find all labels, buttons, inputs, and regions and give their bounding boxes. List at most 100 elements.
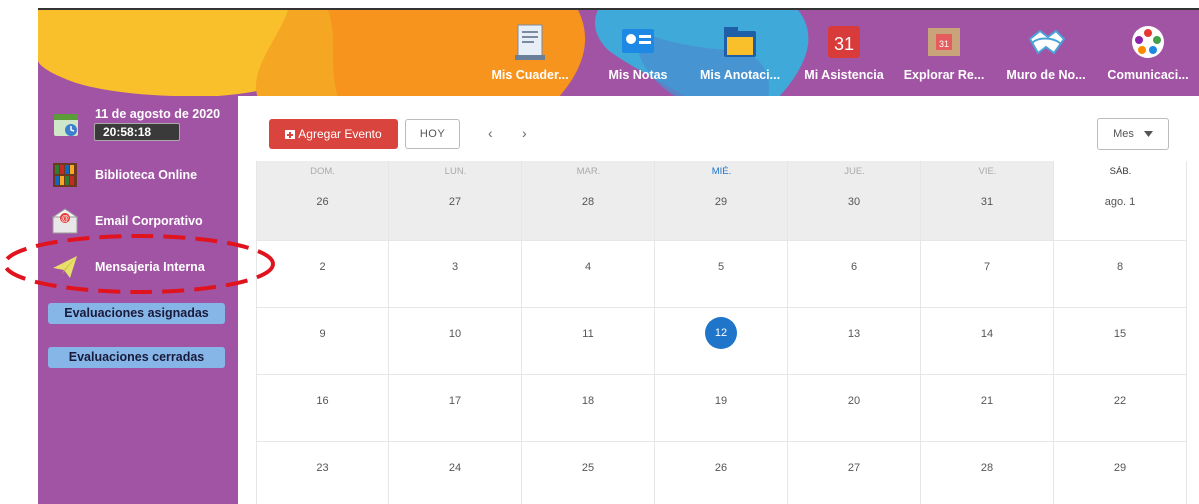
calendar-day-number: 23 bbox=[316, 462, 329, 474]
today-marker: 12 bbox=[705, 317, 737, 349]
chevron-down-icon bbox=[1143, 131, 1153, 137]
calendar-day-number: 25 bbox=[581, 462, 595, 474]
calendar-day-cell[interactable]: 9 bbox=[256, 308, 389, 375]
calendar-day-number: 15 bbox=[1113, 328, 1127, 340]
communication-icon bbox=[1128, 22, 1168, 62]
folder-icon bbox=[720, 22, 760, 62]
calendar-day-number: 30 bbox=[847, 196, 861, 208]
calendar-day-number: 28 bbox=[980, 462, 994, 474]
calendar-day-cell[interactable]: 25 bbox=[522, 442, 655, 504]
sidebar-item-label: Email Corporativo bbox=[95, 214, 203, 228]
nav-mis-anotaciones[interactable]: Mis Anotaci... bbox=[690, 0, 790, 88]
calendar-31-icon: 31 bbox=[824, 22, 864, 62]
nav-mis-cuadernos[interactable]: Mis Cuader... bbox=[484, 0, 576, 88]
calendar-day-cell[interactable]: 27 bbox=[788, 442, 921, 504]
weekday-header: VIE. bbox=[978, 166, 997, 177]
calendar-day-number: ago. 1 bbox=[1104, 196, 1136, 208]
calendar-day-number: 5 bbox=[717, 261, 725, 273]
calendar-day-number: 31 bbox=[980, 196, 994, 208]
calendar-day-cell[interactable]: 7 bbox=[921, 241, 1054, 308]
calendar-day-cell[interactable]: 13 bbox=[788, 308, 921, 375]
calendar-day-number: 3 bbox=[451, 261, 459, 273]
calendar-day-cell[interactable]: 28 bbox=[921, 442, 1054, 504]
app-root: Mis Cuader... Mis Notas Mis Anotaci... 3… bbox=[0, 0, 1199, 504]
calendar-day-cell[interactable]: 24 bbox=[389, 442, 522, 504]
svg-text:31: 31 bbox=[834, 34, 854, 54]
calendar-day-cell[interactable]: 23 bbox=[256, 442, 389, 504]
bookshelf-icon bbox=[53, 163, 77, 187]
current-time: 20:58:18 bbox=[94, 123, 180, 141]
calendar-day-cell[interactable]: 17 bbox=[389, 375, 522, 442]
calendar-day-number: 13 bbox=[847, 328, 861, 340]
calendar-day-cell[interactable]: 14 bbox=[921, 308, 1054, 375]
evaluaciones-cerradas-button[interactable]: Evaluaciones cerradas bbox=[48, 347, 225, 368]
email-icon: @ bbox=[52, 208, 78, 234]
calendar-day-cell[interactable]: 19 bbox=[655, 375, 788, 442]
view-select[interactable]: Mes bbox=[1097, 118, 1169, 150]
svg-text:31: 31 bbox=[939, 39, 949, 49]
calendar-day-number: 2 bbox=[319, 261, 326, 273]
weekday-header: JUE. bbox=[844, 166, 865, 177]
calendar-day-number: 6 bbox=[850, 261, 858, 273]
clock-calendar-icon bbox=[52, 110, 80, 138]
calendar-day-cell[interactable]: 3 bbox=[389, 241, 522, 308]
weekday-header: DOM. bbox=[310, 166, 335, 177]
calendar-day-cell[interactable]: 16 bbox=[256, 375, 389, 442]
calendar-day-number: 10 bbox=[448, 328, 462, 340]
today-button[interactable]: HOY bbox=[405, 119, 460, 149]
current-date: 11 de agosto de 2020 bbox=[95, 107, 221, 121]
nav-label: Explorar Re... bbox=[903, 68, 985, 82]
calendar-day-cell[interactable]: 8 bbox=[1054, 241, 1187, 308]
nav-label: Mis Notas bbox=[608, 68, 668, 82]
calendar-day-number: 29 bbox=[1113, 462, 1127, 474]
nav-mis-notas[interactable]: Mis Notas bbox=[598, 0, 678, 88]
calendar-day-cell[interactable]: 4 bbox=[522, 241, 655, 308]
nav-muro-noticias[interactable]: Muro de No... bbox=[1000, 0, 1092, 88]
calendar-day-cell[interactable]: 29 bbox=[1054, 442, 1187, 504]
nav-comunicaciones[interactable]: Comunicaci... bbox=[1102, 0, 1194, 88]
calendar-day-number: 26 bbox=[316, 196, 329, 208]
sidebar-item-label: Mensajeria Interna bbox=[95, 260, 205, 274]
sidebar-item-email[interactable]: @ Email Corporativo bbox=[52, 208, 203, 234]
nav-label: Mis Anotaci... bbox=[699, 68, 781, 82]
prev-month-icon[interactable]: ‹ bbox=[488, 125, 493, 141]
notes-icon bbox=[618, 22, 658, 62]
sidebar-item-label: Biblioteca Online bbox=[95, 168, 198, 182]
calendar-day-number: 27 bbox=[448, 196, 462, 208]
calendar-day-cell[interactable]: 18 bbox=[522, 375, 655, 442]
svg-text:@: @ bbox=[61, 214, 69, 223]
sidebar-item-mensajeria[interactable]: Mensajeria Interna bbox=[52, 254, 205, 280]
paper-plane-icon bbox=[53, 256, 77, 278]
calendar-day-cell[interactable]: 20 bbox=[788, 375, 921, 442]
weekday-header: MAR. bbox=[576, 166, 601, 177]
nav-label: Mi Asistencia bbox=[804, 68, 884, 82]
sidebar: 11 de agosto de 2020 20:58:18 Biblioteca… bbox=[38, 96, 238, 504]
calendar-day-number: 11 bbox=[582, 328, 594, 340]
calendar-day-number: 29 bbox=[714, 196, 728, 208]
next-month-icon[interactable]: › bbox=[522, 125, 527, 141]
calendar-day-number: 8 bbox=[1116, 261, 1124, 273]
weekday-header: MIÉ. bbox=[711, 166, 732, 177]
calendar-day-cell[interactable]: 12 bbox=[655, 308, 788, 375]
calendar-day-cell[interactable]: 22 bbox=[1054, 375, 1187, 442]
explore-calendar-icon: 31 bbox=[924, 22, 964, 62]
calendar-day-cell[interactable]: 15 bbox=[1054, 308, 1187, 375]
notebook-icon bbox=[510, 22, 550, 62]
nav-explorar-recursos[interactable]: 31 Explorar Re... bbox=[898, 0, 990, 88]
sidebar-item-biblioteca[interactable]: Biblioteca Online bbox=[52, 162, 197, 188]
calendar-day-cell[interactable]: 2 bbox=[256, 241, 389, 308]
add-event-button[interactable]: Agregar Evento bbox=[269, 119, 398, 149]
calendar-day-number: 4 bbox=[584, 261, 592, 273]
calendar-day-cell[interactable]: 26 bbox=[655, 442, 788, 504]
calendar-day-cell[interactable]: 6 bbox=[788, 241, 921, 308]
handshake-icon bbox=[1026, 22, 1066, 62]
calendar-day-number: 9 bbox=[319, 328, 326, 340]
nav-mi-asistencia[interactable]: 31 Mi Asistencia bbox=[797, 0, 891, 88]
calendar-day-cell[interactable]: 21 bbox=[921, 375, 1054, 442]
calendar-day-cell[interactable]: 11 bbox=[522, 308, 655, 375]
calendar-day-cell[interactable]: 5 bbox=[655, 241, 788, 308]
calendar-day-number: 27 bbox=[847, 462, 861, 474]
evaluaciones-asignadas-button[interactable]: Evaluaciones asignadas bbox=[48, 303, 225, 324]
calendar-day-number: 26 bbox=[714, 462, 728, 474]
calendar-day-cell[interactable]: 10 bbox=[389, 308, 522, 375]
